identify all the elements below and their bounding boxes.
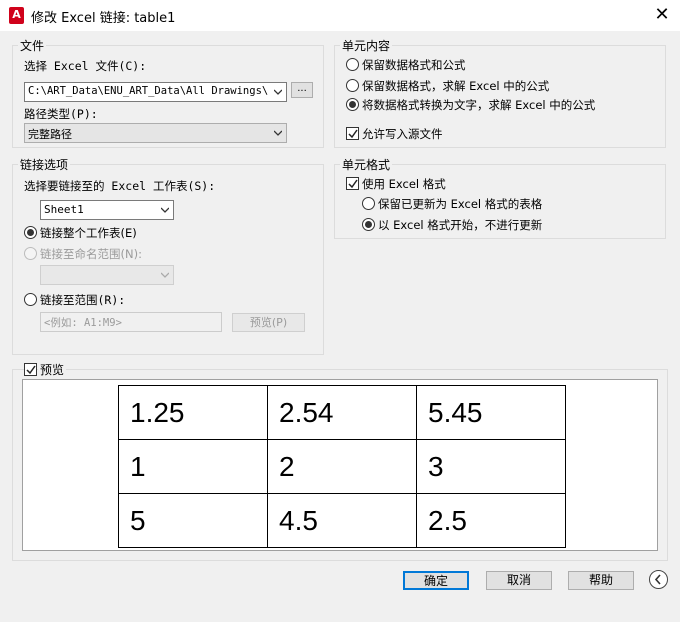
sheet-label: 选择要链接至的 Excel 工作表(S):	[24, 179, 216, 193]
table-row: 1 2 3	[118, 439, 566, 494]
checkmark-icon	[26, 365, 36, 375]
file-path-value: C:\ART_Data\ENU_ART_Data\All Drawings\1.…	[28, 85, 268, 97]
window-title: 修改 Excel 链接: table1	[31, 11, 176, 26]
select-file-label: 选择 Excel 文件(C):	[24, 59, 147, 73]
file-group-title: 文件	[18, 37, 47, 54]
keep-format-formula-label[interactable]: 保留数据格式和公式	[362, 57, 466, 73]
link-whole-sheet-label[interactable]: 链接整个工作表(E)	[40, 225, 137, 241]
chevron-down-icon	[161, 271, 169, 279]
sheet-combo[interactable]: Sheet1	[40, 200, 174, 220]
convert-to-text-label[interactable]: 将数据格式转换为文字，求解 Excel 中的公式	[362, 97, 595, 113]
path-type-value: 完整路径	[28, 128, 72, 141]
start-with-excel-radio[interactable]	[362, 218, 375, 231]
preview-label[interactable]: 预览	[38, 361, 67, 378]
path-type-label: 路径类型(P):	[24, 107, 98, 121]
ok-button[interactable]: 确定	[403, 571, 469, 590]
cancel-button[interactable]: 取消	[486, 571, 552, 590]
preview-area: 1.25 2.54 5.45 1 2 3 5 4.5 2.5	[22, 379, 658, 551]
cell-content-title: 单元内容	[340, 37, 393, 54]
link-named-range-label[interactable]: 链接至命名范围(N):	[40, 246, 142, 262]
preview-table: 1.25 2.54 5.45 1 2 3 5 4.5 2.5	[118, 385, 566, 548]
table-cell: 1.25	[118, 385, 268, 440]
help-button[interactable]: 帮助	[568, 571, 634, 590]
convert-to-text-radio[interactable]	[346, 98, 359, 111]
title-bar: A 修改 Excel 链接: table1 ✕	[0, 0, 680, 31]
sheet-value: Sheet1	[44, 203, 84, 216]
checkmark-icon	[348, 129, 358, 139]
use-excel-format-checkbox[interactable]	[346, 177, 359, 190]
named-range-combo[interactable]	[40, 265, 174, 285]
link-range-label[interactable]: 链接至范围(R):	[40, 292, 125, 308]
path-type-combo[interactable]: 完整路径	[24, 123, 287, 143]
file-path-combo[interactable]: C:\ART_Data\ENU_ART_Data\All Drawings\1.…	[24, 82, 287, 102]
chevron-left-circle-icon	[654, 574, 661, 585]
link-range-radio[interactable]	[24, 293, 37, 306]
table-cell: 2.5	[416, 493, 566, 548]
keep-format-solve-radio[interactable]	[346, 79, 359, 92]
keep-updated-label[interactable]: 保留已更新为 Excel 格式的表格	[378, 196, 542, 212]
table-cell: 2	[267, 439, 417, 494]
keep-updated-radio[interactable]	[362, 197, 375, 210]
checkmark-icon	[348, 179, 358, 189]
allow-write-back-checkbox[interactable]	[346, 127, 359, 140]
keep-format-formula-radio[interactable]	[346, 58, 359, 71]
table-row: 5 4.5 2.5	[118, 493, 566, 548]
table-cell: 5.45	[416, 385, 566, 440]
start-with-excel-label[interactable]: 以 Excel 格式开始，不进行更新	[378, 217, 542, 233]
preview-range-button[interactable]: 预览(P)	[232, 313, 305, 332]
link-options-title: 链接选项	[18, 156, 71, 173]
back-button[interactable]	[649, 570, 668, 589]
link-named-range-radio[interactable]	[24, 247, 37, 260]
allow-write-back-label[interactable]: 允许写入源文件	[362, 126, 443, 142]
table-cell: 5	[118, 493, 268, 548]
range-placeholder: <例如: A1:M9>	[44, 317, 122, 329]
table-cell: 1	[118, 439, 268, 494]
keep-format-solve-label[interactable]: 保留数据格式，求解 Excel 中的公式	[362, 78, 549, 94]
close-button[interactable]: ✕	[648, 4, 676, 28]
use-excel-format-label[interactable]: 使用 Excel 格式	[362, 176, 446, 192]
autocad-app-icon: A	[9, 7, 24, 24]
chevron-down-icon	[274, 129, 282, 137]
cell-format-title: 单元格式	[340, 156, 393, 173]
chevron-down-icon	[274, 88, 282, 96]
close-icon: ✕	[654, 4, 670, 25]
table-cell: 2.54	[267, 385, 417, 440]
table-cell: 3	[416, 439, 566, 494]
browse-button[interactable]: ...	[291, 82, 313, 98]
range-input[interactable]: <例如: A1:M9>	[40, 312, 222, 332]
table-row: 1.25 2.54 5.45	[118, 385, 566, 440]
link-whole-sheet-radio[interactable]	[24, 226, 37, 239]
table-cell: 4.5	[267, 493, 417, 548]
preview-checkbox[interactable]	[24, 363, 37, 376]
chevron-down-icon	[161, 206, 169, 214]
